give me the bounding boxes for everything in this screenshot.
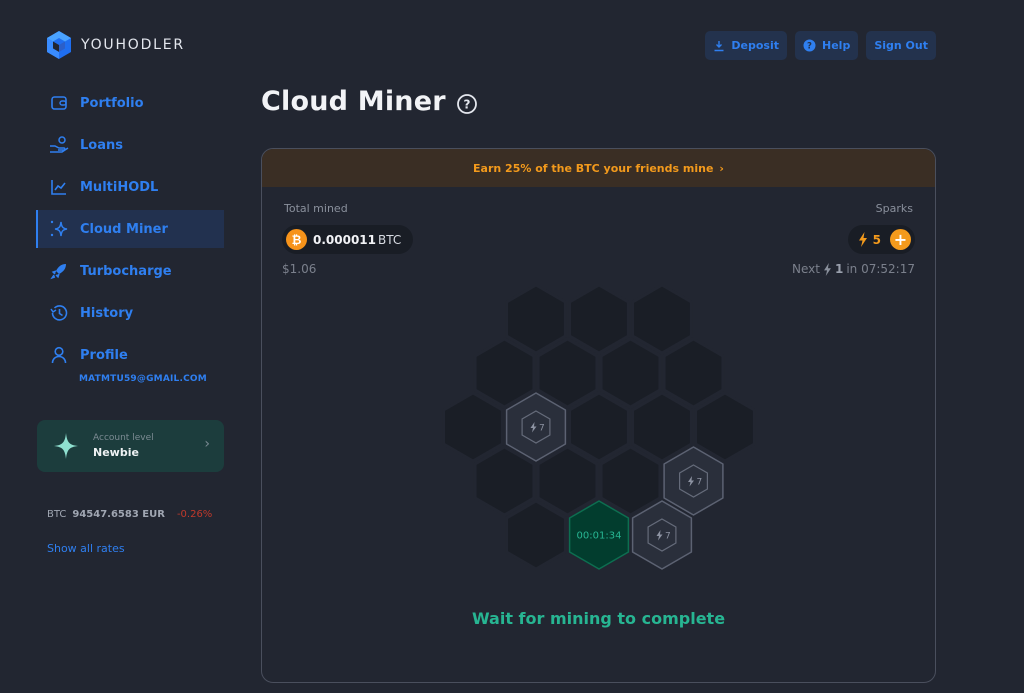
sidebar-item-label: History [80,305,134,321]
sidebar-item-portfolio[interactable]: Portfolio [36,84,224,122]
hex-cell-empty[interactable] [505,499,567,571]
profile-email: MATMTU59@GMAIL.COM [79,374,207,384]
deposit-button[interactable]: Deposit [705,31,788,60]
hex-shape [505,499,567,571]
sidebar-item-turbocharge[interactable]: Turbocharge [36,252,224,290]
account-level-label: Account level [93,433,154,443]
spark-value: 7 [539,424,545,434]
sidebar-item-label: MultiHODL [80,179,159,195]
show-all-rates-link[interactable]: Show all rates [47,542,125,555]
page-title: Cloud Miner ? [261,86,478,117]
spark-value: 7 [665,532,671,542]
hex-shape [505,283,567,355]
hex-shape [631,391,693,463]
cube-logo-icon [47,31,71,59]
hex-cell-empty[interactable] [631,391,693,463]
hex-shape [473,337,536,409]
help-circle-icon[interactable]: ? [456,93,478,115]
logo[interactable]: YOUHODLER [45,30,185,60]
mining-status: Wait for mining to complete [471,609,726,628]
account-level-card[interactable]: Account level Newbie › [37,420,224,472]
user-icon [48,344,70,366]
sidebar-item-label: Portfolio [80,95,144,111]
hex-cell-empty[interactable] [505,283,567,355]
hex-shape [662,337,725,409]
hex-cell-empty[interactable] [694,391,756,463]
sidebar-item-profile[interactable]: Profile [36,336,224,374]
sidebar-item-loans[interactable]: Loans [36,126,224,164]
history-icon [48,302,70,324]
sidebar-item-history[interactable]: History [36,294,224,332]
hex-cell-mining[interactable]: 00:01:34 [568,500,630,570]
hex-cell-spark[interactable]: 7 [631,500,693,570]
svg-text:?: ? [463,97,470,111]
hex-shape [536,337,599,409]
hex-shape [631,283,693,355]
hex-shape [694,391,756,463]
hex-grid-svg: 7 7 00:01:34 7 [442,283,756,571]
hex-shape [442,391,504,463]
hex-cell-empty[interactable] [662,337,725,409]
hex-shape [568,283,630,355]
hex-cell-empty[interactable] [536,445,599,517]
rate-symbol: BTC [47,509,67,520]
hex-grid: 7 7 00:01:34 7 [262,149,935,682]
mining-timer: 00:01:34 [577,531,622,542]
sidebar-nav: Portfolio Loans MultiHODL Cloud Miner Tu… [36,84,224,378]
sidebar-item-label: Loans [80,137,123,153]
sign-out-label: Sign Out [874,39,928,52]
svg-text:?: ? [807,42,812,52]
sign-out-button[interactable]: Sign Out [866,31,936,60]
hex-cell-empty[interactable] [473,445,536,517]
help-label: Help [822,39,851,52]
download-icon [714,40,724,51]
cloud-miner-panel: Earn 25% of the BTC your friends mine › … [261,148,936,683]
sidebar-item-multihodl[interactable]: MultiHODL [36,168,224,206]
hex-cell-empty[interactable] [599,445,662,517]
rate-change: -0.26% [176,509,213,520]
hex-cell-empty[interactable] [473,337,536,409]
rocket-icon [48,260,70,282]
header-actions: Deposit ? Help Sign Out [705,31,936,60]
hex-cell-empty[interactable] [568,283,630,355]
chevron-right-icon: › [204,436,210,452]
hex-cell-empty[interactable] [568,391,630,463]
hex-cell-empty[interactable] [442,391,504,463]
brand-name: YOUHODLER [81,37,185,53]
sidebar-item-cloud-miner[interactable]: Cloud Miner [36,210,224,248]
hex-cell-empty[interactable] [599,337,662,409]
deposit-label: Deposit [731,39,780,52]
hex-cell-empty[interactable] [536,337,599,409]
sidebar-item-label: Cloud Miner [80,221,168,237]
sidebar-item-label: Profile [80,347,128,363]
sidebar-item-label: Turbocharge [80,263,172,279]
sparkle-icon [48,218,70,240]
account-level-value: Newbie [93,446,139,459]
spark-value: 7 [697,478,703,488]
page-title-text: Cloud Miner [261,86,446,117]
hex-shape [599,337,662,409]
hex-cell-spark[interactable]: 7 [663,446,724,516]
hand-coin-icon [48,134,70,156]
hex-shape [536,445,599,517]
wallet-icon [48,92,70,114]
question-circle-icon: ? [803,39,816,52]
help-button[interactable]: ? Help [795,31,859,60]
hex-shape [599,445,662,517]
hex-cell-spark[interactable]: 7 [505,392,567,462]
chart-line-icon [48,176,70,198]
rate-price: 94547.6583 EUR [72,509,165,520]
btc-rate: BTC 94547.6583 EUR -0.26% [47,509,212,520]
hex-cell-empty[interactable] [631,283,693,355]
star-sparkle-icon [54,433,78,459]
hex-shape [568,391,630,463]
hex-shape [473,445,536,517]
